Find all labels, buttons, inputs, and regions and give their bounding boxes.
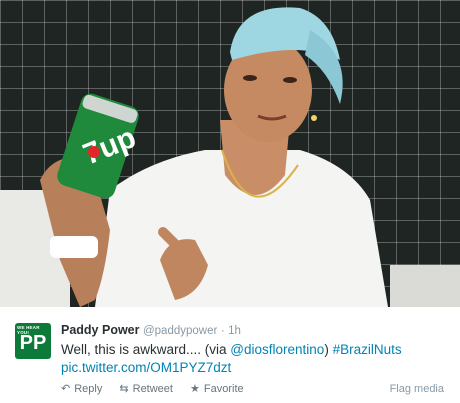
retweet-label: Retweet <box>132 383 173 395</box>
tweet-card: WE HEAR YOU! PP Paddy Power @paddypower … <box>0 307 460 403</box>
avatar[interactable]: WE HEAR YOU! PP <box>15 323 51 359</box>
favorite-button[interactable]: ★ Favorite <box>190 382 244 396</box>
reply-button[interactable]: ↶ Reply <box>61 382 102 396</box>
white-floor-tiles <box>390 265 460 307</box>
photo-illustration: 7up <box>0 7 460 307</box>
tweet-text: Well, this is awkward.... (via @diosflor… <box>61 341 453 377</box>
mention-link[interactable]: @diosflorentino <box>230 342 324 357</box>
avatar-logo: PP <box>19 332 47 354</box>
user-handle[interactable]: @paddypower <box>143 325 217 337</box>
media-link[interactable]: pic.twitter.com/OM1PYZ7dzt <box>61 360 231 375</box>
tweet-actions: ↶ Reply ⇆ Retweet ★ Favorite <box>61 382 258 396</box>
flag-media-link[interactable]: Flag media <box>390 382 444 396</box>
header-separator: · <box>220 325 225 337</box>
retweet-icon: ⇆ <box>119 383 129 395</box>
retweet-button[interactable]: ⇆ Retweet <box>119 382 173 396</box>
reply-icon: ↶ <box>61 383 71 395</box>
hashtag-link[interactable]: #BrazilNuts <box>333 342 402 357</box>
display-name[interactable]: Paddy Power <box>61 323 140 337</box>
tweet-header: Paddy Power @paddypower · 1h <box>61 322 241 339</box>
favorite-label: Favorite <box>203 383 244 395</box>
tweet-text-mid: ) <box>324 342 333 357</box>
left-eye <box>243 75 257 81</box>
white-wristband <box>50 236 98 258</box>
favorite-icon: ★ <box>190 383 200 395</box>
tweet-timestamp[interactable]: 1h <box>228 325 241 337</box>
tweet-text-prefix: Well, this is awkward.... (via <box>61 342 231 357</box>
earring <box>311 115 317 121</box>
reply-label: Reply <box>74 383 103 395</box>
right-eye <box>283 77 297 83</box>
tweet-photo[interactable]: 7up <box>0 0 460 307</box>
